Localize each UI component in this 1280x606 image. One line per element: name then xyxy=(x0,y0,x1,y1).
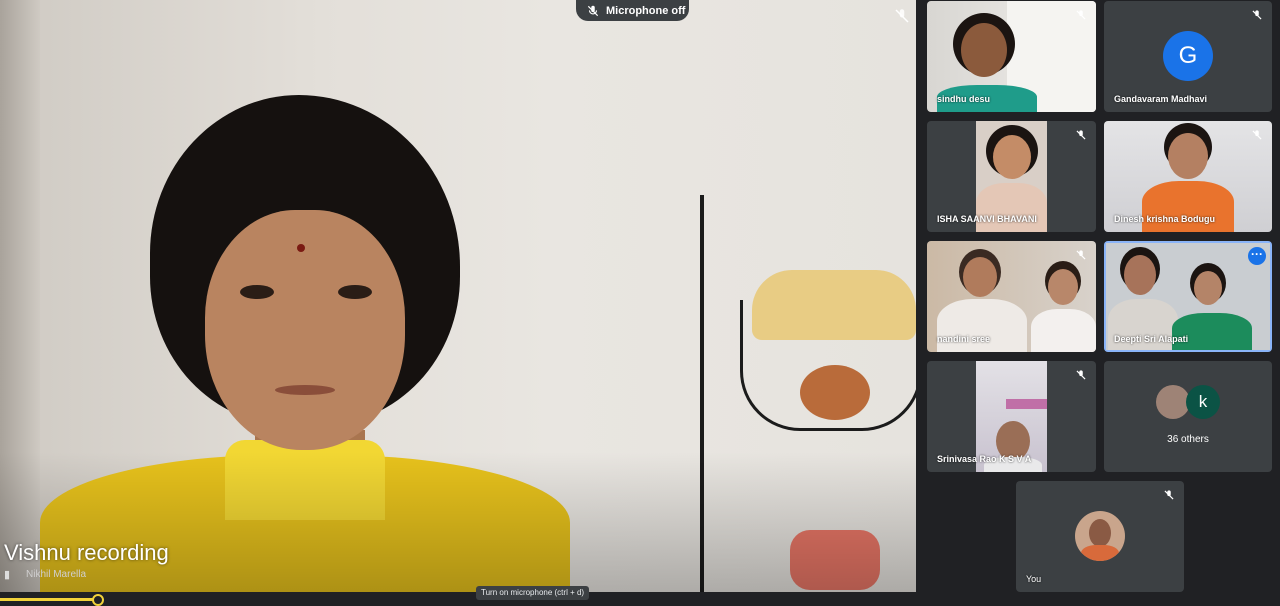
main-video-feed[interactable]: Vishnu recording ▮ Nikhil Marella xyxy=(0,0,916,592)
presenter-subname: Nikhil Marella xyxy=(26,569,87,580)
fruit xyxy=(800,365,870,420)
wall-stripe xyxy=(1006,399,1047,409)
others-tile[interactable]: k 36 others xyxy=(1104,361,1272,472)
participant-face xyxy=(1168,133,1208,179)
mic-off-icon xyxy=(1076,250,1086,260)
participant-name: Srinivasa Rao K S V A xyxy=(937,454,1032,464)
participant-tile[interactable]: Dinesh krishna Bodugu xyxy=(1104,121,1272,232)
participant-face xyxy=(963,257,997,297)
audio-level-knob[interactable] xyxy=(92,594,104,606)
participant-face xyxy=(993,135,1031,179)
participant-name: Dinesh krishna Bodugu xyxy=(1114,214,1216,224)
others-count: 36 others xyxy=(1167,434,1209,445)
bottom-bar xyxy=(0,592,1280,604)
presenter-name: Vishnu recording xyxy=(4,540,169,565)
mic-off-icon xyxy=(1252,130,1262,140)
presenter-eye xyxy=(240,285,274,299)
participant-tile[interactable]: sindhu desu xyxy=(927,1,1096,112)
participant-body xyxy=(1172,313,1252,350)
participant-name: nandini sree xyxy=(937,334,991,344)
mic-off-icon xyxy=(895,9,909,23)
participant-body xyxy=(1142,181,1234,232)
participant-body xyxy=(1031,309,1096,352)
participant-tile[interactable]: nandini sree xyxy=(927,241,1096,352)
mic-off-icon xyxy=(587,5,599,16)
pin-icon: ▮ xyxy=(4,569,11,581)
participant-face xyxy=(1124,255,1156,295)
mic-off-icon xyxy=(1164,490,1174,500)
mic-off-icon xyxy=(1076,130,1086,140)
participant-face xyxy=(1194,271,1222,305)
video-shade xyxy=(0,452,916,592)
presenter-face xyxy=(205,210,405,450)
mic-off-icon xyxy=(1076,10,1086,20)
participant-avatar: G xyxy=(1163,31,1213,81)
participant-tile[interactable]: ··· Deepti Sri Alapati xyxy=(1104,241,1272,352)
participant-avatar xyxy=(1156,385,1190,419)
participant-face xyxy=(1048,269,1078,305)
participant-body xyxy=(937,299,1027,352)
participant-name: sindhu desu xyxy=(937,94,991,104)
presenter-mouth xyxy=(275,385,335,395)
participant-body xyxy=(976,183,1047,232)
mic-off-icon xyxy=(1252,10,1262,20)
mic-off-icon xyxy=(1076,370,1086,380)
more-options-icon[interactable]: ··· xyxy=(1248,247,1266,265)
audio-level-bar xyxy=(0,598,100,601)
participant-avatar: k xyxy=(1186,385,1220,419)
participant-tile[interactable]: ISHA SAANVI BHAVANI xyxy=(927,121,1096,232)
microphone-off-label: Microphone off xyxy=(606,4,686,17)
participant-name: Gandavaram Madhavi xyxy=(1114,94,1208,104)
participant-name: Deepti Sri Alapati xyxy=(1114,334,1189,344)
participant-tile[interactable]: Srinivasa Rao K S V A xyxy=(927,361,1096,472)
self-avatar xyxy=(1075,511,1125,561)
presenter-eye xyxy=(338,285,372,299)
participant-tile[interactable]: G Gandavaram Madhavi xyxy=(1104,1,1272,112)
presenter-tilak xyxy=(297,244,305,252)
self-name: You xyxy=(1026,574,1042,584)
self-tile[interactable]: You xyxy=(1016,481,1184,592)
participant-name: ISHA SAANVI BHAVANI xyxy=(937,214,1037,224)
participant-face xyxy=(961,23,1007,77)
microphone-tooltip: Turn on microphone (ctrl + d) xyxy=(476,586,590,600)
microphone-off-banner: Microphone off xyxy=(576,0,689,21)
